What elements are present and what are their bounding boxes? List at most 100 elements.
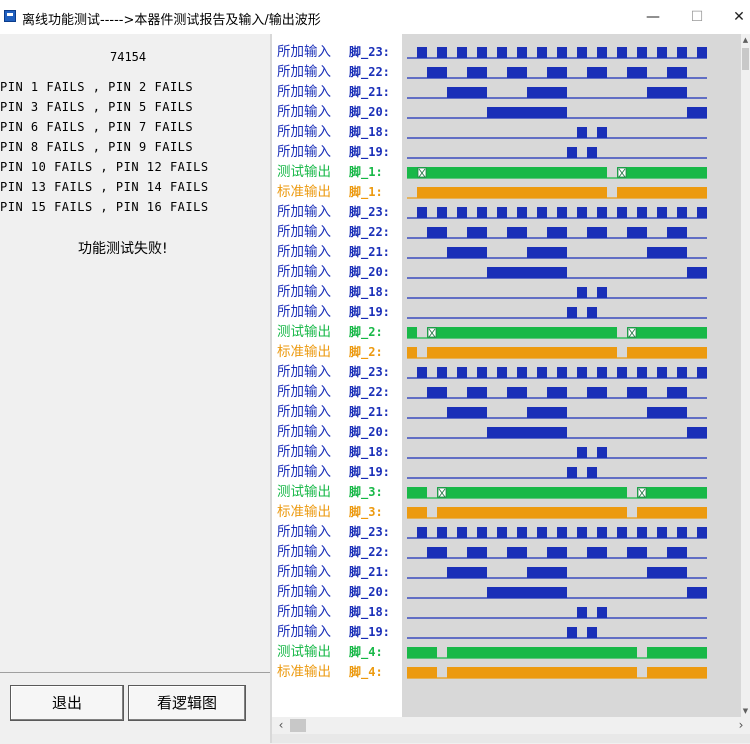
signal-high-pulse xyxy=(577,527,587,538)
signal-high-pulse xyxy=(587,227,607,238)
test-result-text: 功能测试失败! xyxy=(78,241,168,257)
signal-high-pulse xyxy=(487,267,567,278)
signal-high-pulse xyxy=(637,207,647,218)
signal-label: 所加输入 脚_20: xyxy=(277,262,390,282)
scroll-up-icon[interactable]: ▲ xyxy=(741,34,750,46)
signal-high-pulse xyxy=(667,547,687,558)
signal-kind-label: 标准输出 xyxy=(277,344,331,360)
signal-kind-label: 所加输入 xyxy=(277,424,331,440)
signal-high-pulse xyxy=(447,567,487,578)
signal-high-pulse xyxy=(587,67,607,78)
signal-high-pulse xyxy=(407,347,417,358)
vertical-scrollbar[interactable]: ▲ ▼ xyxy=(741,34,750,717)
view-logic-diagram-button[interactable]: 看逻辑图 xyxy=(128,685,246,721)
signal-kind-label: 标准输出 xyxy=(277,664,331,680)
signal-high-pulse xyxy=(447,247,487,258)
signal-pin-label: 脚_2: xyxy=(349,345,383,359)
signal-label: 所加输入 脚_18: xyxy=(277,122,390,142)
signal-high-pulse xyxy=(547,227,567,238)
signal-high-pulse xyxy=(627,327,707,338)
signal-high-pulse xyxy=(647,407,687,418)
signal-high-pulse xyxy=(437,207,447,218)
signal-high-pulse xyxy=(527,567,567,578)
signal-kind-label: 所加输入 xyxy=(277,44,331,60)
signal-high-pulse xyxy=(627,547,647,558)
signal-high-pulse xyxy=(437,367,447,378)
signal-pin-label: 脚_1: xyxy=(349,185,383,199)
signal-high-pulse xyxy=(467,387,487,398)
signal-high-pulse xyxy=(647,87,687,98)
signal-pin-label: 脚_21: xyxy=(349,85,390,99)
close-button[interactable]: ✕ xyxy=(724,6,750,28)
signal-high-pulse xyxy=(587,147,597,158)
signal-high-pulse xyxy=(517,207,527,218)
signal-high-pulse xyxy=(627,227,647,238)
signal-pin-label: 脚_18: xyxy=(349,605,390,619)
signal-high-pulse xyxy=(427,67,447,78)
signal-label: 所加输入 脚_19: xyxy=(277,622,390,642)
signal-high-pulse xyxy=(597,287,607,298)
exit-button[interactable]: 退出 xyxy=(10,685,124,721)
signal-label: 所加输入 脚_21: xyxy=(277,562,390,582)
signal-high-pulse xyxy=(617,527,627,538)
signal-high-pulse xyxy=(657,207,667,218)
signal-label: 所加输入 脚_23: xyxy=(277,202,390,222)
signal-high-pulse xyxy=(517,527,527,538)
signal-high-pulse xyxy=(417,207,427,218)
signal-high-pulse xyxy=(587,467,597,478)
signal-high-pulse xyxy=(477,207,487,218)
title-bar: 离线功能测试----->本器件测试报告及输入/输出波形 — ☐ ✕ xyxy=(0,0,750,34)
signal-high-pulse xyxy=(617,47,627,58)
signal-high-pulse xyxy=(447,667,637,678)
signal-label: 所加输入 脚_18: xyxy=(277,602,390,622)
signal-label: 所加输入 脚_23: xyxy=(277,42,390,62)
maximize-button[interactable]: ☐ xyxy=(682,6,712,28)
signal-label: 所加输入 脚_22: xyxy=(277,62,390,82)
signal-high-pulse xyxy=(427,227,447,238)
horizontal-scrollbar[interactable]: ‹ › xyxy=(272,717,750,734)
signal-high-pulse xyxy=(677,527,687,538)
signal-pin-label: 脚_21: xyxy=(349,245,390,259)
signal-kind-label: 所加输入 xyxy=(277,444,331,460)
vertical-scroll-thumb[interactable] xyxy=(742,48,749,70)
signal-pin-label: 脚_3: xyxy=(349,485,383,499)
signal-pin-label: 脚_23: xyxy=(349,525,390,539)
app-icon xyxy=(4,10,16,22)
signal-high-pulse xyxy=(497,207,507,218)
signal-label: 所加输入 脚_23: xyxy=(277,362,390,382)
signal-high-pulse xyxy=(437,527,447,538)
scroll-right-icon[interactable]: › xyxy=(734,717,748,734)
signal-high-pulse xyxy=(537,527,547,538)
signal-high-pulse xyxy=(437,47,447,58)
signal-high-pulse xyxy=(697,47,707,58)
signal-label: 测试输出 脚_4: xyxy=(277,642,383,662)
fail-line: PIN 10 FAILS , PIN 12 FAILS xyxy=(0,160,209,174)
signal-label: 标准输出 脚_2: xyxy=(277,342,383,362)
signal-high-pulse xyxy=(517,47,527,58)
horizontal-scroll-thumb[interactable] xyxy=(290,719,306,732)
signal-high-pulse xyxy=(477,367,487,378)
signal-pin-label: 脚_4: xyxy=(349,645,383,659)
signal-high-pulse xyxy=(677,47,687,58)
signal-high-pulse xyxy=(577,287,587,298)
signal-high-pulse xyxy=(697,527,707,538)
signal-label: 所加输入 脚_19: xyxy=(277,462,390,482)
signal-high-pulse xyxy=(427,347,617,358)
scroll-left-icon[interactable]: ‹ xyxy=(274,717,288,734)
scroll-down-icon[interactable]: ▼ xyxy=(741,705,750,717)
signal-label: 所加输入 脚_21: xyxy=(277,242,390,262)
signal-pin-label: 脚_4: xyxy=(349,665,383,679)
signal-pin-label: 脚_23: xyxy=(349,205,390,219)
signal-kind-label: 所加输入 xyxy=(277,284,331,300)
minimize-button[interactable]: — xyxy=(638,6,668,28)
signal-kind-label: 所加输入 xyxy=(277,364,331,380)
signal-pin-label: 脚_19: xyxy=(349,145,390,159)
signal-high-pulse xyxy=(437,507,627,518)
signal-kind-label: 测试输出 xyxy=(277,484,331,500)
signal-high-pulse xyxy=(477,527,487,538)
signal-high-pulse xyxy=(647,567,687,578)
signal-high-pulse xyxy=(577,47,587,58)
signal-high-pulse xyxy=(407,507,427,518)
signal-kind-label: 测试输出 xyxy=(277,164,331,180)
signal-high-pulse xyxy=(407,327,417,338)
